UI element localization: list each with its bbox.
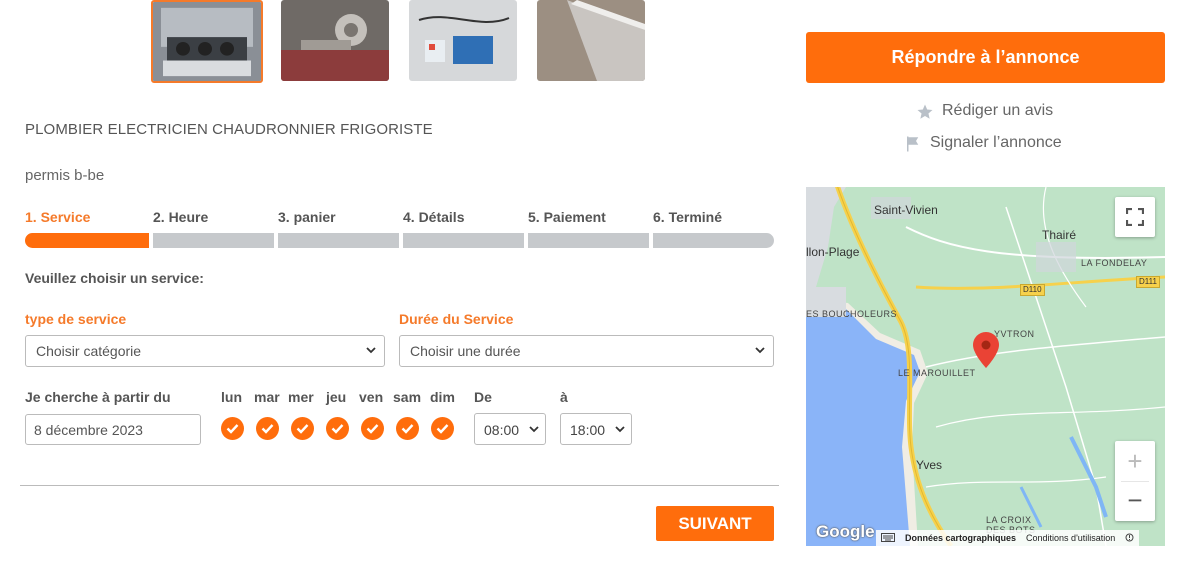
day-checkbox-mar[interactable] — [256, 417, 279, 440]
map-footer: Données cartographiques Conditions d'uti… — [876, 530, 1140, 546]
map-label-la-croix: LA CROIX — [986, 515, 1032, 525]
map-label-yvtron: YVTRON — [994, 329, 1035, 339]
day-checkbox-lun[interactable] — [221, 417, 244, 440]
day-label-dim: dim — [430, 389, 455, 405]
search-from-label: Je cherche à partir du — [25, 389, 171, 405]
fullscreen-button[interactable] — [1115, 197, 1155, 237]
time-from-select[interactable]: 08:00 — [474, 413, 546, 445]
service-prompt: Veuillez choisir un service: — [25, 270, 204, 286]
map-label-es-boucholeurs: ES BOUCHOLEURS — [806, 309, 898, 319]
step-label-heure: 2. Heure — [153, 209, 209, 225]
check-icon — [366, 424, 379, 434]
time-from-value: 08:00 — [484, 422, 520, 438]
day-label-lun: lun — [221, 389, 242, 405]
check-icon — [401, 424, 414, 434]
step-label-paiement: 5. Paiement — [528, 209, 606, 225]
day-label-sam: sam — [393, 389, 422, 405]
step-label-termine: 6. Terminé — [653, 209, 722, 225]
step-bar-details — [403, 233, 524, 248]
google-logo: Google — [816, 522, 875, 541]
step-bar-service — [25, 233, 149, 248]
map-label-llon-plage: llon-Plage — [806, 245, 860, 259]
day-checkbox-dim[interactable] — [431, 417, 454, 440]
check-icon — [331, 424, 344, 434]
step-label-service: 1. Service — [25, 209, 91, 225]
report-map-icon[interactable] — [1120, 533, 1139, 544]
service-type-value: Choisir catégorie — [36, 343, 142, 359]
thumbnail-1[interactable] — [151, 0, 263, 83]
star-icon — [917, 104, 933, 119]
keyboard-icon[interactable] — [876, 532, 900, 544]
day-checkbox-sam[interactable] — [396, 417, 419, 440]
form-divider — [20, 485, 779, 486]
step-bar-termine — [653, 233, 774, 248]
step-bar-heure — [153, 233, 274, 248]
check-icon — [226, 424, 239, 434]
map-label-la-fondelay: LA FONDELAY — [1081, 258, 1148, 268]
service-type-label: type de service — [25, 311, 127, 327]
map-label-le-marouillet: LE MAROUILLET — [898, 368, 976, 378]
start-date-input[interactable]: 8 décembre 2023 — [25, 414, 201, 445]
write-review-link[interactable]: Rédiger un avis — [917, 102, 1054, 120]
listing-subtitle: permis b-be — [25, 167, 105, 184]
next-button[interactable]: SUIVANT — [656, 506, 774, 541]
step-label-details: 4. Détails — [403, 209, 465, 225]
map-data-link[interactable]: Données cartographiques — [900, 533, 1021, 543]
day-checkbox-mer[interactable] — [291, 417, 314, 440]
duration-value: Choisir une durée — [410, 343, 521, 359]
reply-to-listing-button[interactable]: Répondre à l’annonce — [806, 32, 1165, 83]
zoom-in-button[interactable]: + — [1115, 441, 1155, 481]
map-pin-icon[interactable] — [973, 332, 999, 368]
map-label-yves: Yves — [916, 458, 943, 472]
step-bar-paiement — [528, 233, 649, 248]
map-label-d110: D110 — [1020, 284, 1045, 296]
duration-select[interactable]: Choisir une durée — [399, 335, 774, 367]
step-label-panier: 3. panier — [278, 209, 336, 225]
fullscreen-icon — [1126, 208, 1144, 226]
chevron-down-icon — [755, 347, 765, 354]
time-to-value: 18:00 — [570, 422, 606, 438]
report-listing-link[interactable]: Signaler l’annonce — [907, 134, 1062, 152]
time-from-label: De — [474, 389, 492, 405]
write-review-label: Rédiger un avis — [942, 102, 1054, 119]
day-label-mer: mer — [288, 389, 314, 405]
map-label-thaire: Thairé — [1042, 228, 1077, 242]
day-label-mar: mar — [254, 389, 280, 405]
check-icon — [261, 424, 274, 434]
day-checkbox-ven[interactable] — [361, 417, 384, 440]
thumbnail-2[interactable] — [281, 0, 389, 81]
chevron-down-icon — [615, 426, 625, 433]
map-label-d111: D111 — [1136, 276, 1160, 288]
check-icon — [436, 424, 449, 434]
location-map[interactable]: Saint-Vivien Thairé llon-Plage LA FONDEL… — [806, 187, 1165, 546]
day-checkbox-jeu[interactable] — [326, 417, 349, 440]
service-type-select[interactable]: Choisir catégorie — [25, 335, 385, 367]
check-icon — [296, 424, 309, 434]
report-listing-label: Signaler l’annonce — [930, 134, 1062, 151]
duration-label: Durée du Service — [399, 311, 514, 327]
thumbnail-4[interactable] — [537, 0, 645, 81]
day-label-ven: ven — [359, 389, 384, 405]
time-to-select[interactable]: 18:00 — [560, 413, 632, 445]
zoom-out-button[interactable]: − — [1115, 481, 1155, 521]
thumbnail-3[interactable] — [409, 0, 517, 81]
zoom-controls: + − — [1115, 441, 1155, 521]
flag-icon — [907, 136, 919, 152]
day-label-jeu: jeu — [326, 389, 347, 405]
listing-title: PLOMBIER ELECTRICIEN CHAUDRONNIER FRIGOR… — [25, 121, 433, 138]
map-terms-link[interactable]: Conditions d'utilisation — [1021, 533, 1120, 543]
chevron-down-icon — [529, 426, 539, 433]
time-to-label: à — [560, 389, 568, 405]
step-bar-panier — [278, 233, 399, 248]
map-label-saint-vivien: Saint-Vivien — [874, 203, 938, 217]
chevron-down-icon — [366, 347, 376, 354]
